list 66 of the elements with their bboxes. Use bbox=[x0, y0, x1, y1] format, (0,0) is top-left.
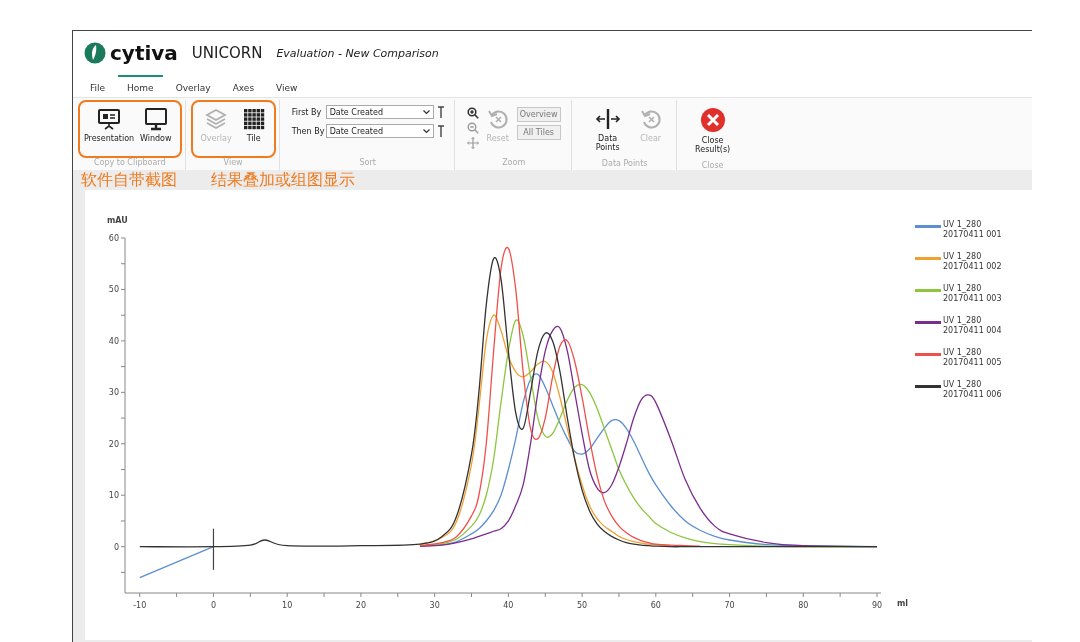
group-label: Sort bbox=[359, 158, 376, 169]
chevron-icon bbox=[422, 128, 430, 134]
tick-label: 10 bbox=[108, 491, 119, 501]
ribbon-button[interactable]: Tile bbox=[238, 105, 269, 145]
tick-label: 50 bbox=[577, 601, 588, 610]
window-title: Evaluation - New Comparison bbox=[276, 46, 439, 60]
tick-label: 60 bbox=[108, 234, 119, 243]
group-label: Close bbox=[701, 161, 724, 170]
layers-icon bbox=[204, 107, 229, 131]
group-label: View bbox=[223, 158, 243, 169]
ribbon-button[interactable]: Presentation bbox=[85, 105, 133, 145]
brand-logo: cytiva bbox=[110, 41, 178, 65]
ribbon-button[interactable]: Close Result(s) bbox=[688, 105, 737, 156]
pan-icon bbox=[466, 137, 479, 149]
tick-label: -10 bbox=[133, 601, 147, 610]
group-label: Data Points bbox=[601, 159, 648, 170]
zoom-out-icon bbox=[466, 122, 479, 134]
sort-dropdown[interactable]: Date Created bbox=[325, 124, 434, 138]
app-name: UNICORN bbox=[191, 44, 263, 62]
grid-icon bbox=[241, 107, 266, 131]
data-points-icon bbox=[594, 107, 621, 131]
tick-label: 40 bbox=[108, 336, 119, 346]
legend-label: UV 1_280 20170411 002 bbox=[943, 252, 1003, 272]
tick-label: 30 bbox=[429, 601, 440, 610]
tick-label: 40 bbox=[503, 601, 514, 610]
sort-direction-icon bbox=[437, 106, 444, 118]
tick-label: 50 bbox=[108, 285, 119, 295]
axis-title: mAU bbox=[107, 216, 128, 225]
ribbon-button[interactable]: Data Points bbox=[583, 105, 632, 154]
monitor-icon bbox=[143, 107, 168, 131]
legend-label: UV 1_280 20170411 003 bbox=[943, 284, 1003, 304]
annotation-text: 软件自带截图 bbox=[81, 170, 177, 190]
zoom-in-icon bbox=[466, 107, 479, 119]
group-label: Copy to Clipboard bbox=[93, 158, 166, 169]
legend-label: UV 1_280 20170411 004 bbox=[943, 316, 1003, 336]
tick-label: 0 bbox=[210, 601, 216, 610]
group-label: Zoom bbox=[502, 158, 526, 169]
zoom-tool-button[interactable] bbox=[466, 107, 479, 119]
tick-label: 20 bbox=[355, 601, 366, 610]
ribbon-tab[interactable]: Axes bbox=[223, 75, 264, 97]
presentation-icon bbox=[97, 107, 121, 131]
ribbon-tab[interactable]: Overlay bbox=[166, 75, 220, 97]
axis-title: ml bbox=[897, 599, 909, 608]
tick-label: 90 bbox=[871, 601, 883, 610]
chevron-icon bbox=[422, 109, 430, 115]
legend-label: UV 1_280 20170411 001 bbox=[943, 220, 1003, 240]
sort-label: First By bbox=[291, 107, 322, 117]
tick-label: 10 bbox=[282, 601, 293, 610]
sort-direction-icon bbox=[437, 125, 444, 137]
tick-label: 80 bbox=[798, 601, 809, 610]
close-icon bbox=[699, 107, 726, 133]
legend-label: UV 1_280 20170411 005 bbox=[943, 348, 1003, 368]
annotation-text: 结果叠加或组图显示 bbox=[211, 170, 355, 190]
injection-marker bbox=[212, 528, 215, 571]
legend-label: UV 1_280 20170411 006 bbox=[943, 380, 1003, 400]
ribbon-tab[interactable]: View bbox=[267, 75, 307, 97]
logo-icon bbox=[84, 42, 106, 64]
sort-label: Then By bbox=[291, 126, 322, 136]
ribbon-button[interactable]: Window bbox=[137, 105, 175, 145]
ribbon-tab[interactable]: File bbox=[81, 75, 115, 97]
tick-label: 60 bbox=[650, 601, 661, 610]
sort-dropdown[interactable]: Date Created bbox=[325, 105, 434, 119]
tick-label: 70 bbox=[724, 601, 735, 610]
tick-label: 0 bbox=[113, 542, 119, 552]
tick-label: 30 bbox=[108, 388, 119, 398]
tick-label: 20 bbox=[108, 439, 119, 449]
